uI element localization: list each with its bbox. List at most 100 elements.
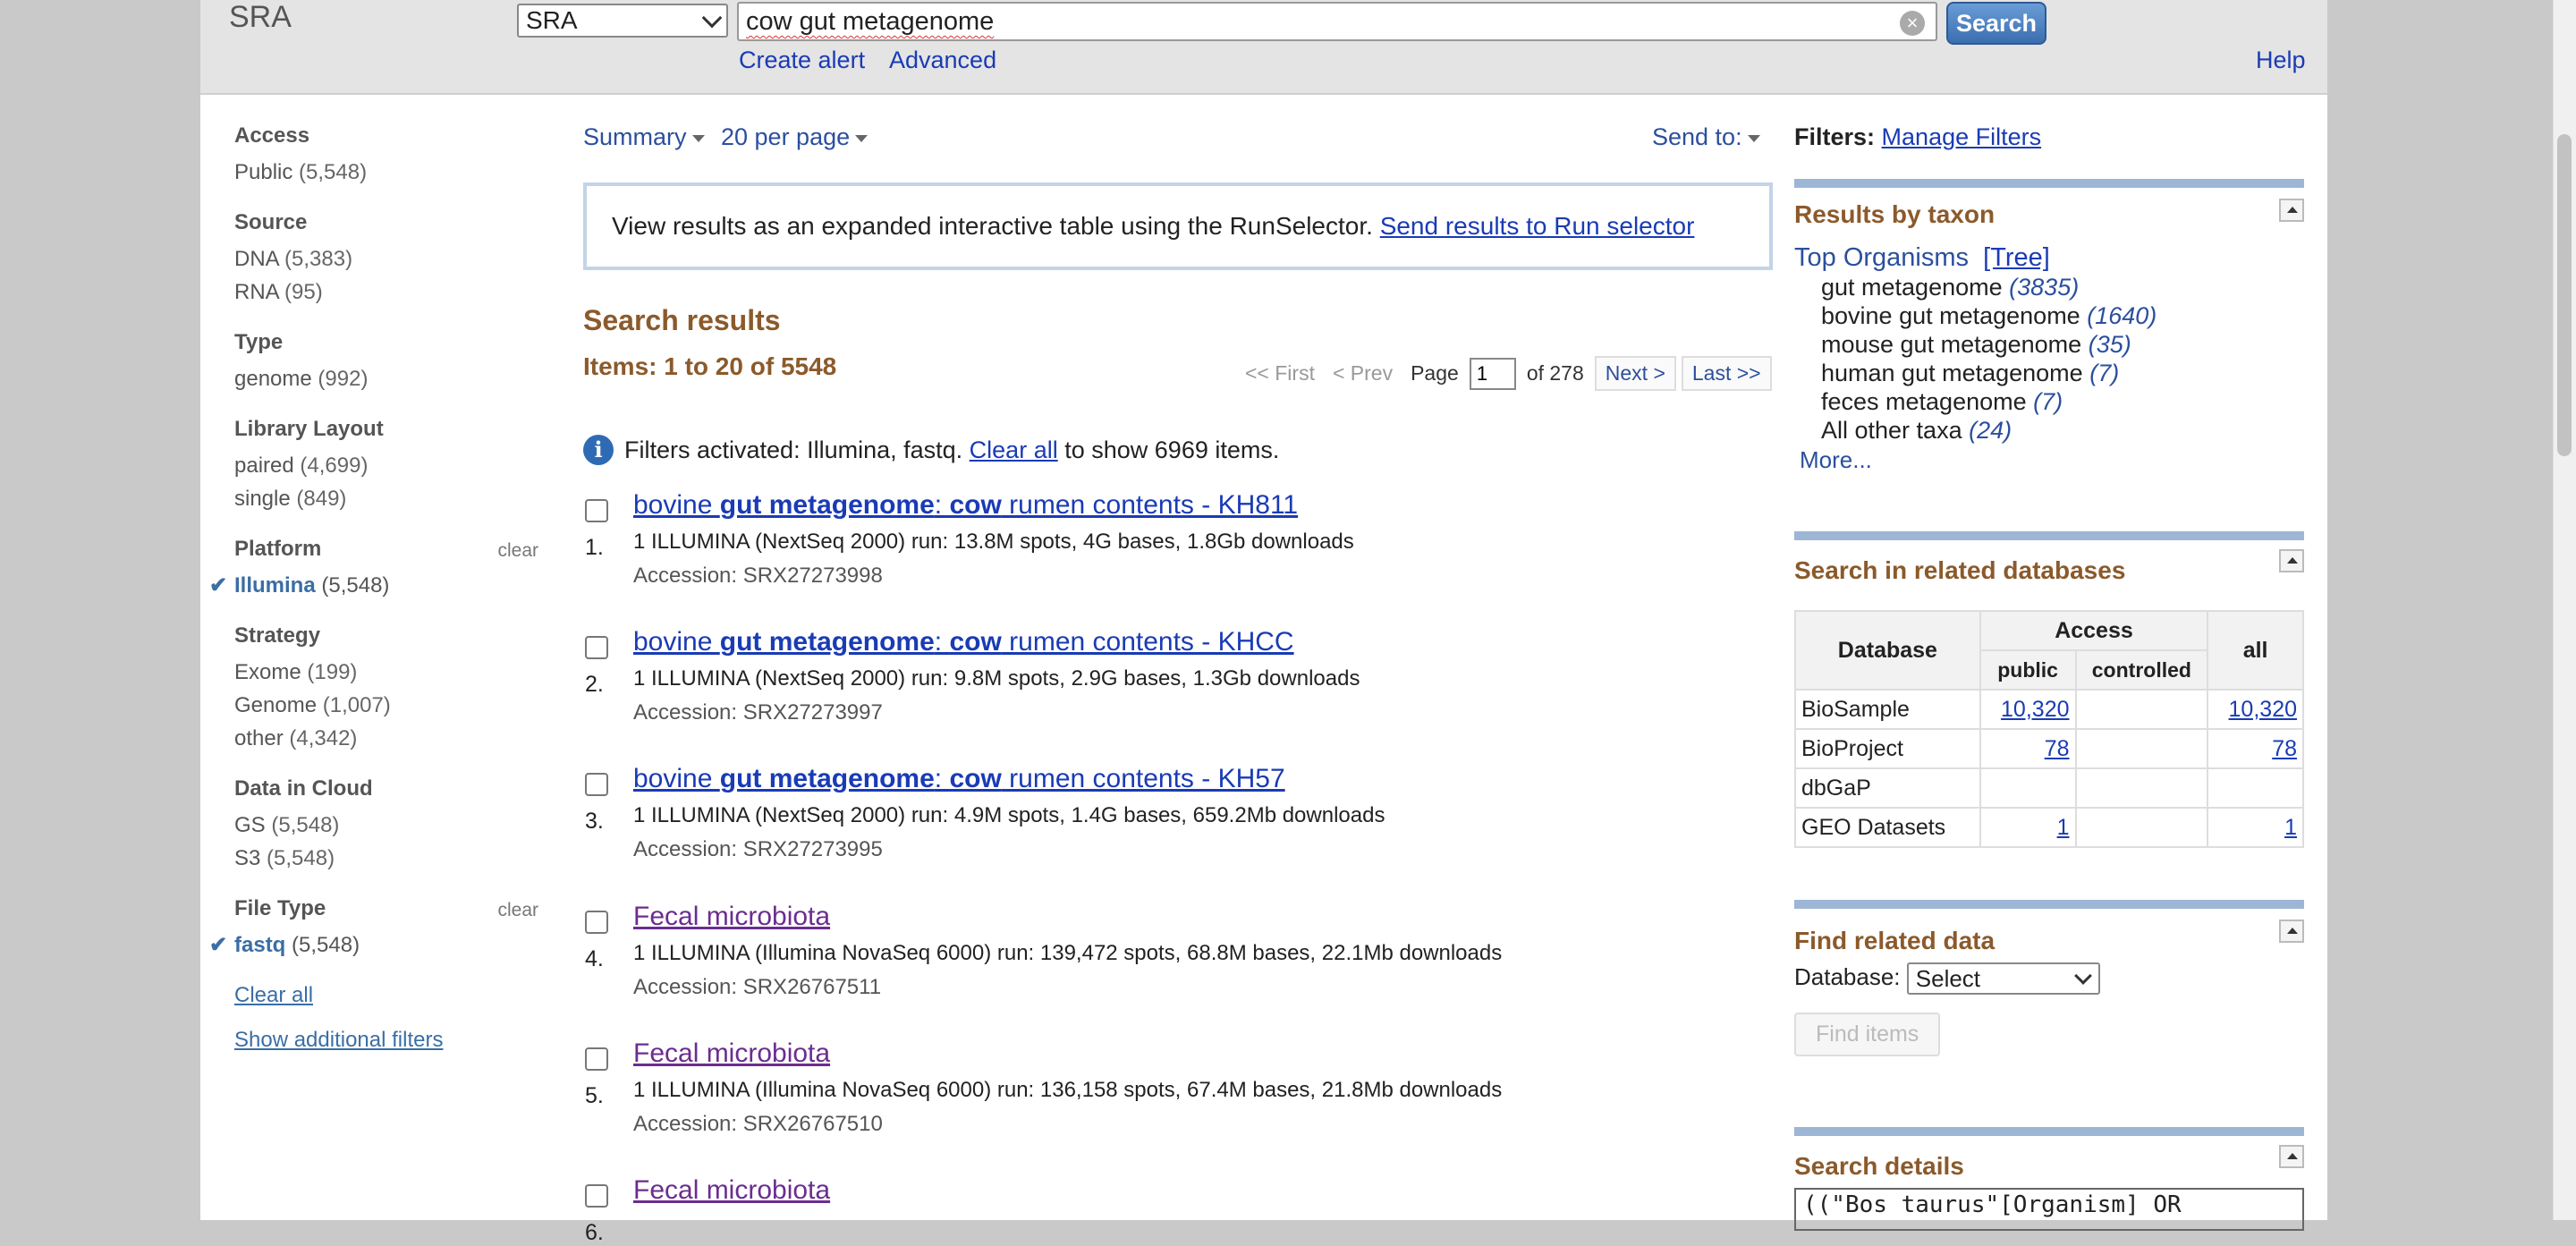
result-title-link[interactable]: Fecal microbiota	[633, 1038, 830, 1069]
clear-all-facets-link[interactable]: Clear all	[234, 983, 538, 1008]
result-checkbox[interactable]	[585, 499, 608, 522]
last-page-button[interactable]: Last >>	[1681, 356, 1772, 391]
search-details-textarea[interactable]: (("Bos taurus"[Organism] OR	[1794, 1188, 2304, 1231]
facet-item[interactable]: genome (992)	[234, 362, 538, 395]
result-title-link[interactable]: bovine gut metagenome: cow rumen content…	[633, 490, 1298, 521]
manage-filters-link[interactable]: Manage Filters	[1882, 123, 2042, 150]
collapse-icon[interactable]	[2279, 920, 2304, 943]
all-count-link[interactable]: 10,320	[2229, 697, 2297, 722]
taxon-title: Results by taxon	[1794, 200, 1996, 228]
top-organisms: Top Organisms [Tree]	[1794, 243, 2050, 272]
per-page-dropdown[interactable]: 20 per page	[721, 123, 869, 151]
related-title: Search in related databases	[1794, 556, 2126, 584]
create-alert-link[interactable]: Create alert	[739, 47, 865, 74]
taxon-item[interactable]: mouse gut metagenome (35)	[1821, 330, 2304, 359]
page-total: of 278	[1526, 361, 1584, 385]
result-checkbox[interactable]	[585, 773, 608, 796]
summary-dropdown[interactable]: Summary	[583, 123, 705, 151]
send-to-dropdown[interactable]: Send to:	[1652, 123, 1760, 151]
search-input[interactable]: cow gut metagenome ×	[737, 2, 1937, 41]
all-count-link[interactable]: 1	[2284, 815, 2297, 840]
result-title-link[interactable]: Fecal microbiota	[633, 902, 830, 932]
sra-logo[interactable]: SRA	[229, 0, 292, 35]
scrollbar-thumb[interactable]	[2557, 134, 2572, 456]
result-description: 1 ILLUMINA (Illumina NovaSeq 6000) run: …	[633, 1078, 1503, 1102]
collapse-icon[interactable]	[2279, 1145, 2304, 1168]
portlet-bar	[1794, 531, 2304, 540]
find-items-button[interactable]: Find items	[1794, 1013, 1941, 1056]
run-selector-link[interactable]: Send results to Run selector	[1380, 212, 1695, 240]
first-page-link[interactable]: << First	[1245, 361, 1315, 386]
all-count-link[interactable]: 78	[2272, 736, 2297, 761]
result-number: 2.	[585, 672, 604, 697]
help-link[interactable]: Help	[2256, 47, 2306, 74]
database-label: Database:	[1794, 962, 1901, 990]
find-title: Find related data	[1794, 927, 1996, 954]
facet-item[interactable]: ✔ fastq (5,548)	[209, 928, 538, 962]
related-db-portlet: Search in related databases Database Acc…	[1794, 531, 2304, 848]
related-database-select[interactable]: Select	[1906, 962, 2100, 995]
result-title-link[interactable]: bovine gut metagenome: cow rumen content…	[633, 764, 1285, 794]
facet-item[interactable]: RNA (95)	[234, 275, 538, 309]
result-number: 5.	[585, 1083, 604, 1108]
facet-item[interactable]: GS (5,548)	[234, 809, 538, 842]
facet-item[interactable]: ✔ Illumina (5,548)	[209, 569, 538, 602]
facet-title: File Type	[234, 896, 326, 920]
facet-item[interactable]: paired (4,699)	[234, 449, 538, 482]
caret-down-icon	[691, 134, 705, 142]
next-page-button[interactable]: Next >	[1594, 356, 1676, 391]
tree-link[interactable]: [Tree]	[1983, 243, 2050, 272]
taxon-item[interactable]: All other taxa (24)	[1821, 416, 2304, 445]
public-count-link[interactable]: 1	[2057, 815, 2070, 840]
collapse-icon[interactable]	[2279, 199, 2304, 222]
related-db-row: GEO Datasets 1 1	[1794, 807, 2304, 848]
facet-group: Type genome (992)	[234, 330, 538, 395]
taxon-item[interactable]: human gut metagenome (7)	[1821, 359, 2304, 387]
taxon-item[interactable]: gut metagenome (3835)	[1821, 273, 2304, 301]
result-title-link[interactable]: bovine gut metagenome: cow rumen content…	[633, 627, 1294, 657]
db-name: GEO Datasets	[1794, 807, 1981, 848]
result-number: 4.	[585, 946, 604, 971]
result-checkbox[interactable]	[585, 636, 608, 659]
related-db-row: BioProject 78 78	[1794, 728, 2304, 769]
controlled-count	[2074, 767, 2209, 809]
th-public: public	[1979, 649, 2077, 691]
more-taxa-link[interactable]: More...	[1800, 446, 2304, 474]
public-count-link[interactable]: 78	[2045, 736, 2070, 761]
taxon-item[interactable]: feces metagenome (7)	[1821, 387, 2304, 416]
clear-all-filters-link[interactable]: Clear all	[970, 437, 1058, 464]
search-button[interactable]: Search	[1946, 2, 2046, 45]
clear-search-icon[interactable]: ×	[1900, 11, 1925, 36]
facet-item[interactable]: Exome (199)	[234, 656, 538, 689]
facet-item[interactable]: S3 (5,548)	[234, 842, 538, 875]
facet-group: Access Public (5,548)	[234, 123, 538, 189]
show-additional-filters-link[interactable]: Show additional filters	[234, 1028, 538, 1053]
result-checkbox[interactable]	[585, 911, 608, 934]
result-accession: Accession: SRX27273997	[633, 700, 883, 725]
chevron-down-icon	[701, 7, 723, 29]
prev-page-link[interactable]: < Prev	[1333, 361, 1393, 386]
page-number-input[interactable]	[1469, 357, 1516, 390]
facet-item[interactable]: single (849)	[234, 482, 538, 515]
result-checkbox[interactable]	[585, 1047, 608, 1071]
facet-item[interactable]: Public (5,548)	[234, 156, 538, 189]
advanced-link[interactable]: Advanced	[889, 47, 996, 74]
taxon-item[interactable]: bovine gut metagenome (1640)	[1821, 301, 2304, 330]
database-select[interactable]: SRA	[517, 4, 728, 38]
facet-clear-link[interactable]: clear	[497, 540, 538, 562]
facet-title: Access	[234, 123, 310, 148]
info-icon: i	[583, 435, 614, 465]
facet-item[interactable]: DNA (5,383)	[234, 242, 538, 275]
facet-item[interactable]: Genome (1,007)	[234, 689, 538, 722]
page-scrollbar[interactable]	[2553, 0, 2576, 1220]
result-checkbox[interactable]	[585, 1184, 608, 1208]
result-title-link[interactable]: Fecal microbiota	[633, 1175, 830, 1206]
runselector-banner: View results as an expanded interactive …	[583, 182, 1773, 270]
facet-item[interactable]: other (4,342)	[234, 722, 538, 755]
facet-group: Source DNA (5,383) RNA (95)	[234, 210, 538, 309]
related-db-row: dbGaP	[1794, 767, 2304, 809]
public-count-link[interactable]: 10,320	[2001, 697, 2069, 722]
facet-clear-link[interactable]: clear	[497, 900, 538, 921]
result-description: 1 ILLUMINA (Illumina NovaSeq 6000) run: …	[633, 941, 1503, 965]
collapse-icon[interactable]	[2279, 549, 2304, 572]
